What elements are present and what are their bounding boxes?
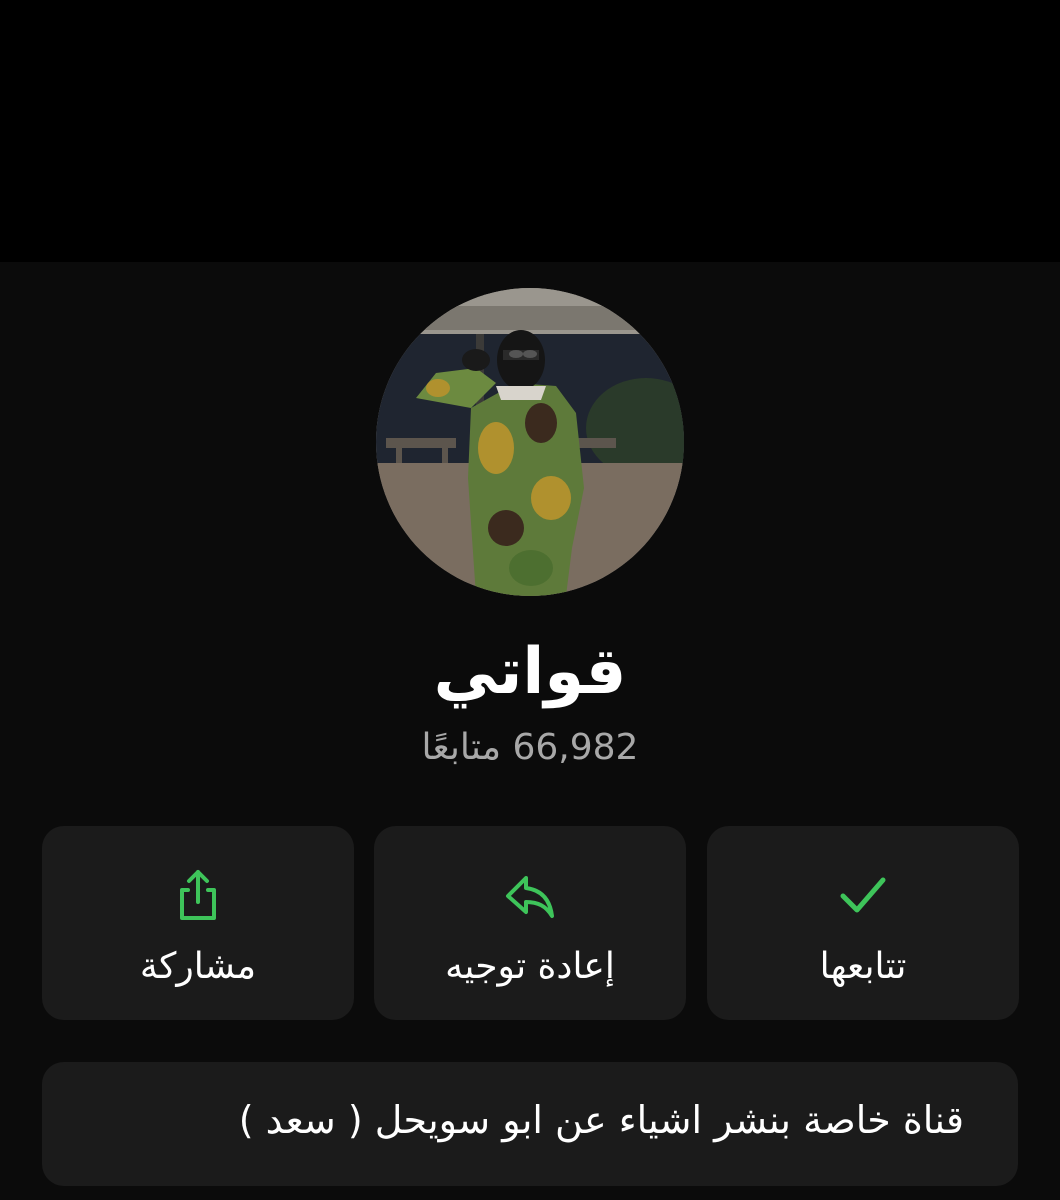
channel-description-card: قناة خاصة بنشر اشياء عن ابو سويحل ( سعد … bbox=[42, 1062, 1018, 1186]
channel-name: قواتي bbox=[433, 635, 627, 709]
forward-button[interactable]: إعادة توجيه bbox=[374, 826, 686, 1020]
share-icon bbox=[180, 870, 216, 920]
share-button[interactable]: مشاركة bbox=[42, 826, 354, 1020]
followers-number: 66,982 bbox=[512, 727, 639, 768]
channel-avatar[interactable] bbox=[376, 288, 684, 596]
following-button[interactable]: تتابعها bbox=[707, 826, 1019, 1020]
top-blank-area bbox=[0, 0, 1060, 262]
followers-label: متابعًا bbox=[421, 727, 502, 768]
channel-description: قناة خاصة بنشر اشياء عن ابو سويحل ( سعد … bbox=[238, 1098, 964, 1142]
share-label: مشاركة bbox=[139, 946, 257, 987]
followers-count: 66,982 متابعًا bbox=[0, 722, 1060, 774]
checkmark-icon bbox=[840, 877, 886, 913]
following-label: تتابعها bbox=[819, 946, 907, 987]
avatar-photo bbox=[376, 288, 684, 596]
forward-label: إعادة توجيه bbox=[445, 946, 615, 987]
forward-icon bbox=[506, 876, 554, 918]
